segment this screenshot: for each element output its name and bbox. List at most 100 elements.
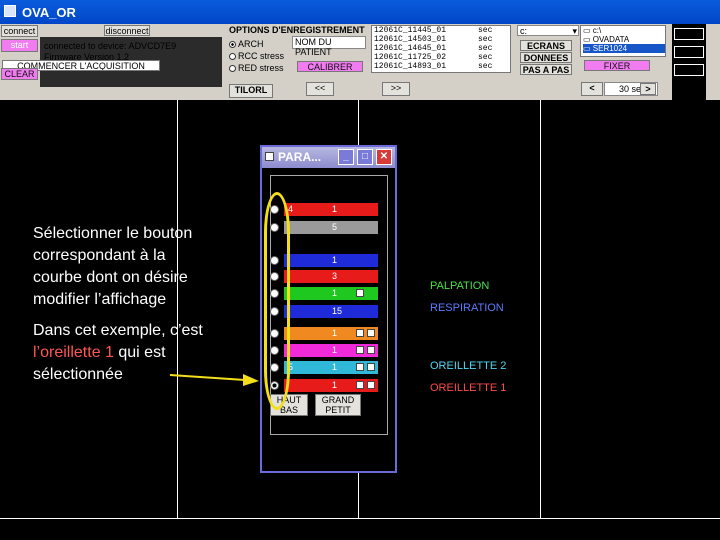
para-row[interactable]: 41 [284, 203, 378, 216]
file-list[interactable]: 12061C_11445_01 sec 12061C_14503_01 sec … [371, 25, 511, 73]
para-title-bar: PARA... _ □ ✕ [262, 147, 395, 168]
folder-item[interactable]: ▭ OVADATA [583, 35, 665, 44]
close-icon[interactable]: ✕ [376, 149, 392, 165]
annotation-highlight: l’oreillette 1 [33, 344, 114, 361]
annotation-line: correspondant à la [33, 247, 166, 264]
row-value: 1 [332, 380, 338, 390]
calibrer-button[interactable]: CALIBRER [297, 61, 363, 72]
row-value: 1 [332, 255, 338, 265]
btn-line: GRAND [321, 395, 355, 405]
series-label-oreillette-1: OREILLETTE 1 [430, 382, 506, 394]
previous-button[interactable]: << [306, 82, 334, 96]
fixer-button[interactable]: FIXER [584, 60, 650, 71]
para-row[interactable]: 1 [284, 287, 378, 300]
annotation-line: Sélectionner le bouton [33, 225, 193, 242]
series-label-oreillette-2: OREILLETTE 2 [430, 360, 506, 372]
clear-button[interactable]: CLEAR [1, 68, 38, 80]
pas-a-pas-button[interactable]: PAS A PAS [520, 64, 572, 75]
row-checkbox[interactable] [356, 363, 364, 371]
para-row[interactable]: 15 [284, 305, 378, 318]
annotation-line: courbe dont on désire [33, 269, 188, 286]
row-value: 3 [332, 271, 338, 281]
radio-arch[interactable]: ARCH [229, 39, 264, 49]
annotation-line: l’oreillette 1 qui est [33, 342, 203, 364]
para-title: PARA... [278, 150, 322, 164]
disconnect-button[interactable]: disconnect [104, 25, 150, 36]
row-value: 1 [332, 362, 338, 372]
annotation-line: modifier l’affichage [33, 291, 167, 308]
window-title: OVA_OR [22, 5, 76, 20]
series-label-text: RESPIRATION [430, 302, 504, 314]
para-row[interactable]: 1 [284, 327, 378, 340]
drive-select[interactable]: c: ▾ [517, 25, 579, 36]
pointer-arrow-icon [169, 374, 259, 386]
tilorl-button[interactable]: TILORL [229, 84, 273, 98]
ecrans-button[interactable]: ECRANS [520, 40, 572, 51]
list-item[interactable]: 12061C_11725_02 sec [374, 53, 510, 62]
row-checkbox[interactable] [367, 363, 375, 371]
connect-button[interactable]: connect [1, 25, 38, 37]
right-panel [672, 24, 706, 100]
row-checkbox[interactable] [356, 381, 364, 389]
list-item[interactable]: 12061C_14503_01 sec [374, 35, 510, 44]
radio-rcc[interactable]: RCC stress [229, 51, 284, 61]
para-row[interactable]: 51 [284, 361, 378, 374]
series-label-text: PALPATION [430, 280, 490, 292]
radio-red[interactable]: RED stress [229, 63, 284, 73]
folder-item-selected[interactable]: ▭ SER1024 [583, 44, 665, 53]
list-item[interactable]: 12061C_14893_01 sec [374, 62, 510, 71]
row-value: 1 [332, 288, 338, 298]
row-checkbox[interactable] [367, 329, 375, 337]
row-checkbox[interactable] [356, 346, 364, 354]
para-row[interactable]: 1 [284, 344, 378, 357]
radio-dot [229, 65, 236, 72]
series-label-palpation: PALPATION [430, 280, 489, 292]
row-checkbox[interactable] [356, 329, 364, 337]
title-bar: OVA_OR [0, 0, 720, 24]
options-title: OPTIONS D'ENREGISTREMENT [229, 25, 365, 35]
radio-label: RCC stress [238, 51, 285, 61]
grand-petit-button[interactable]: GRAND PETIT [315, 394, 361, 416]
row-value: 1 [332, 328, 338, 338]
annotation-text: Sélectionner le bouton correspondant à l… [33, 223, 192, 311]
page-next-button[interactable]: > [640, 83, 656, 95]
chevron-down-icon: ▾ [572, 26, 577, 36]
empty-box [674, 64, 704, 76]
window-icon [265, 152, 274, 161]
next-button[interactable]: >> [382, 82, 410, 96]
minimize-icon[interactable]: _ [338, 149, 354, 165]
list-item[interactable]: 12061C_11445_01 sec [374, 26, 510, 35]
grid-line [540, 100, 541, 518]
status-panel: connected to device: ADVCD7E9 Firmware V… [2, 37, 222, 87]
empty-box [674, 46, 704, 58]
empty-box [674, 28, 704, 40]
folder-tree[interactable]: ▭ c:\ ▭ OVADATA ▭ SER1024 [580, 25, 666, 57]
radio-label: RED stress [238, 63, 284, 73]
row-checkbox[interactable] [367, 381, 375, 389]
list-item[interactable]: 12061C_14645_01 sec [374, 44, 510, 53]
para-row[interactable]: 1 [284, 254, 378, 267]
start-button[interactable]: start [1, 39, 38, 52]
row-checkbox[interactable] [367, 346, 375, 354]
drive-value: c: [520, 26, 528, 36]
btn-line: PETIT [325, 405, 351, 415]
row-checkbox[interactable] [356, 289, 364, 297]
maximize-icon[interactable]: □ [357, 149, 373, 165]
para-row[interactable]: 1 [284, 379, 378, 392]
para-row[interactable]: 3 [284, 270, 378, 283]
toolbar: connect start disconnect connected to de… [0, 24, 720, 100]
radio-dot [229, 41, 236, 48]
row-value: 5 [332, 222, 338, 232]
row-value: 15 [332, 306, 343, 316]
status-line-1: connected to device: ADVCD7E9 [44, 41, 177, 51]
folder-item[interactable]: ▭ c:\ [583, 26, 665, 35]
series-label-text: OREILLETTE 1 [430, 382, 507, 394]
row-number: 4 [288, 204, 294, 214]
row-value: 1 [332, 204, 338, 214]
series-label-text: OREILLETTE 2 [430, 360, 507, 372]
page-prev-button[interactable]: < [581, 82, 603, 96]
start-label: start [10, 40, 29, 50]
patient-name-field[interactable]: NOM DU PATIENT [292, 36, 366, 57]
donnees-button[interactable]: DONNEES [520, 52, 572, 63]
para-row[interactable]: 5 [284, 221, 378, 234]
